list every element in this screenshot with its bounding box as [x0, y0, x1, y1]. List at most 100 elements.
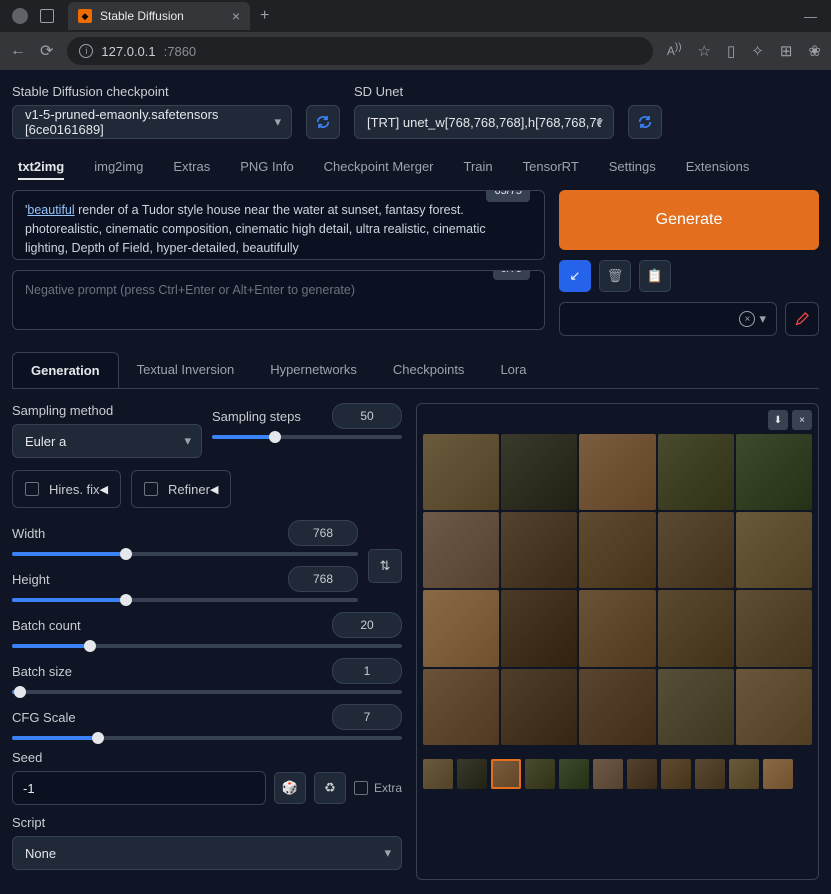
- window-minimize-button[interactable]: —: [804, 9, 817, 24]
- gallery-image[interactable]: [658, 512, 734, 588]
- gallery-image[interactable]: [658, 669, 734, 745]
- gallery-image[interactable]: [501, 512, 577, 588]
- gallery-image[interactable]: [423, 669, 499, 745]
- gallery-image[interactable]: [501, 434, 577, 510]
- height-slider[interactable]: [12, 598, 358, 602]
- seed-input[interactable]: [12, 771, 266, 805]
- thumbnail-image[interactable]: [457, 759, 487, 789]
- reuse-seed-button[interactable]: ♻: [314, 772, 346, 804]
- thumbnail-image[interactable]: [627, 759, 657, 789]
- tab-txt2img[interactable]: txt2img: [18, 155, 64, 180]
- paste-button[interactable]: 📋: [639, 260, 671, 292]
- edit-styles-button[interactable]: [785, 302, 819, 336]
- gallery-image[interactable]: [579, 434, 655, 510]
- checkpoint-select[interactable]: v1-5-pruned-emaonly.safetensors [6ce0161…: [12, 105, 292, 139]
- collections-icon[interactable]: ✧: [751, 42, 764, 60]
- generate-button[interactable]: Generate: [559, 190, 819, 250]
- swap-dimensions-button[interactable]: ⇅: [368, 549, 402, 583]
- sub-tabs: GenerationTextual InversionHypernetworks…: [12, 352, 819, 389]
- gallery-image[interactable]: [579, 669, 655, 745]
- thumbnail-image[interactable]: [695, 759, 725, 789]
- height-label: Height: [12, 572, 50, 587]
- reload-button[interactable]: ⟳: [40, 41, 53, 61]
- tab-train[interactable]: Train: [464, 155, 493, 180]
- subtab-generation[interactable]: Generation: [12, 352, 119, 388]
- batch-count-slider[interactable]: [12, 644, 402, 648]
- new-tab-button[interactable]: +: [260, 7, 269, 25]
- clear-styles-icon[interactable]: ×: [739, 311, 755, 327]
- toolbar-icon[interactable]: [40, 9, 54, 23]
- tab-extras[interactable]: Extras: [173, 155, 210, 180]
- random-seed-button[interactable]: 🎲: [274, 772, 306, 804]
- cfg-slider[interactable]: [12, 736, 402, 740]
- read-aloud-icon[interactable]: A)): [667, 42, 682, 60]
- thumbnail-image[interactable]: [593, 759, 623, 789]
- gallery-image[interactable]: [579, 512, 655, 588]
- gallery-image[interactable]: [423, 590, 499, 666]
- sampling-steps-slider[interactable]: [212, 435, 402, 439]
- thumbnail-image[interactable]: [491, 759, 521, 789]
- checkbox-icon[interactable]: [354, 781, 368, 795]
- site-info-icon[interactable]: i: [79, 44, 93, 58]
- subtab-hypernetworks[interactable]: Hypernetworks: [252, 352, 375, 388]
- gallery-image[interactable]: [736, 512, 812, 588]
- prompt-textarea[interactable]: 65/75 'beautiful render of a Tudor style…: [12, 190, 545, 260]
- batch-size-slider[interactable]: [12, 690, 402, 694]
- gallery-panel: ⬇ ×: [416, 403, 819, 880]
- gallery-image[interactable]: [658, 434, 734, 510]
- close-gallery-button[interactable]: ×: [792, 410, 812, 430]
- address-field[interactable]: i 127.0.0.1:7860: [67, 37, 652, 65]
- subtab-checkpoints[interactable]: Checkpoints: [375, 352, 483, 388]
- reading-list-icon[interactable]: ▯: [727, 42, 735, 60]
- width-value[interactable]: 768: [288, 520, 358, 546]
- gallery-image[interactable]: [423, 512, 499, 588]
- hires-fix-toggle[interactable]: Hires. fix ◀: [12, 470, 121, 508]
- tab-img2img[interactable]: img2img: [94, 155, 143, 180]
- tab-checkpoint-merger[interactable]: Checkpoint Merger: [324, 155, 434, 180]
- script-select[interactable]: None: [12, 836, 402, 870]
- tab-png-info[interactable]: PNG Info: [240, 155, 293, 180]
- gallery-image[interactable]: [658, 590, 734, 666]
- gallery-image[interactable]: [736, 434, 812, 510]
- unet-refresh-button[interactable]: [628, 105, 662, 139]
- thumbnail-image[interactable]: [729, 759, 759, 789]
- gallery-image[interactable]: [501, 590, 577, 666]
- subtab-textual-inversion[interactable]: Textual Inversion: [119, 352, 253, 388]
- gallery-image[interactable]: [579, 590, 655, 666]
- refiner-toggle[interactable]: Refiner ◀: [131, 470, 231, 508]
- negative-prompt-textarea[interactable]: 0/75 Negative prompt (press Ctrl+Enter o…: [12, 270, 545, 330]
- extensions-icon[interactable]: ⊞: [780, 42, 793, 60]
- unet-select[interactable]: [TRT] unet_w[768,768,768],h[768,768,768]…: [354, 105, 614, 139]
- tab-extensions[interactable]: Extensions: [686, 155, 750, 180]
- gallery-image[interactable]: [736, 590, 812, 666]
- sampling-steps-value[interactable]: 50: [332, 403, 402, 429]
- clear-prompt-button[interactable]: 🗑: [599, 260, 631, 292]
- tab-tensorrt[interactable]: TensorRT: [523, 155, 579, 180]
- tab-close-icon[interactable]: ×: [232, 8, 240, 24]
- width-slider[interactable]: [12, 552, 358, 556]
- batch-size-value[interactable]: 1: [332, 658, 402, 684]
- cfg-value[interactable]: 7: [332, 704, 402, 730]
- gallery-image[interactable]: [736, 669, 812, 745]
- thumbnail-image[interactable]: [661, 759, 691, 789]
- download-button[interactable]: ⬇: [768, 410, 788, 430]
- more-icon[interactable]: ❀: [808, 42, 821, 60]
- checkpoint-refresh-button[interactable]: [306, 105, 340, 139]
- height-value[interactable]: 768: [288, 566, 358, 592]
- tab-settings[interactable]: Settings: [609, 155, 656, 180]
- gallery-image[interactable]: [423, 434, 499, 510]
- thumbnail-image[interactable]: [423, 759, 453, 789]
- subtab-lora[interactable]: Lora: [482, 352, 544, 388]
- thumbnail-image[interactable]: [763, 759, 793, 789]
- interrogate-button[interactable]: ↙: [559, 260, 591, 292]
- gallery-image[interactable]: [501, 669, 577, 745]
- browser-tab[interactable]: ◆ Stable Diffusion ×: [68, 2, 250, 30]
- styles-select[interactable]: × ▾: [559, 302, 777, 336]
- back-button[interactable]: ←: [10, 42, 26, 60]
- batch-count-value[interactable]: 20: [332, 612, 402, 638]
- thumbnail-image[interactable]: [525, 759, 555, 789]
- thumbnail-image[interactable]: [559, 759, 589, 789]
- profile-avatar[interactable]: [12, 8, 28, 24]
- favorite-icon[interactable]: ☆: [698, 42, 711, 60]
- sampling-method-select[interactable]: Euler a: [12, 424, 202, 458]
